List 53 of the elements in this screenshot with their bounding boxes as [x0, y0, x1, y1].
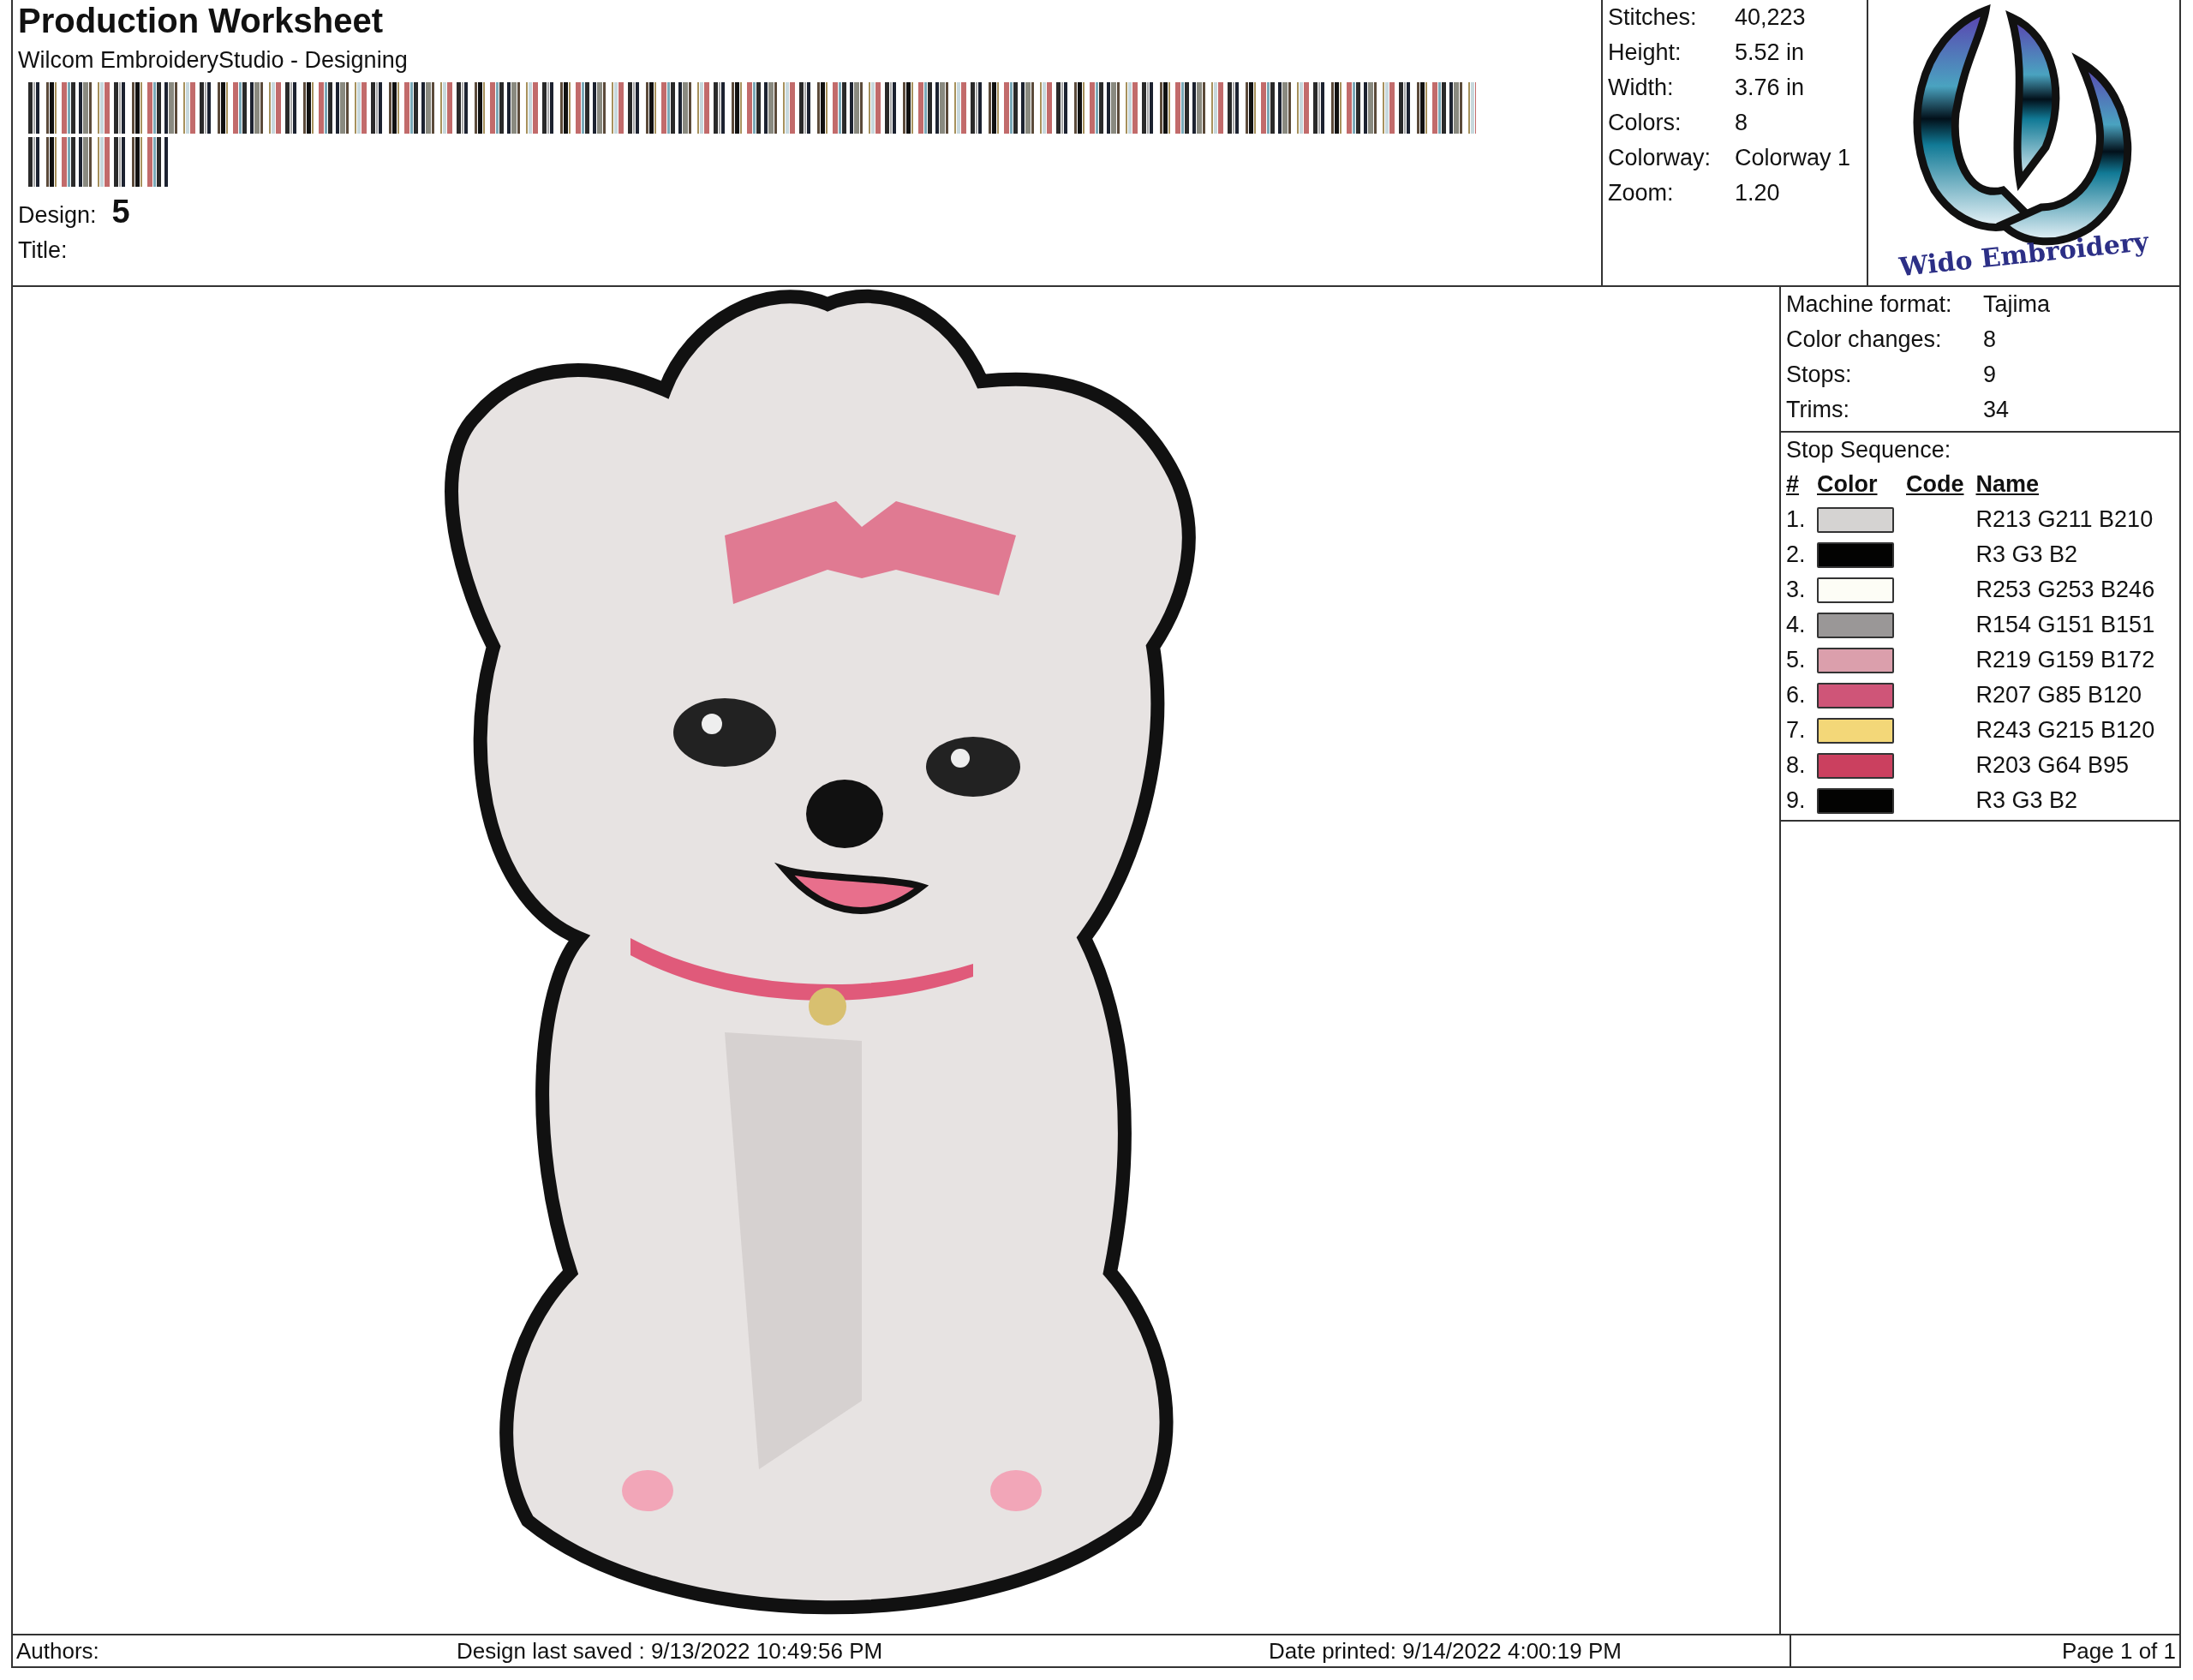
stop-number: 4.	[1786, 612, 1806, 637]
thread-color-name: R253 G253 B246	[1975, 577, 2155, 602]
field-label: Machine format:	[1786, 291, 1952, 317]
stop-number: 5.	[1786, 647, 1806, 673]
field-value: 34	[1983, 397, 2010, 423]
software-name: Wilcom EmbroideryStudio - Designing	[18, 47, 408, 74]
column-header: Code	[1906, 467, 1976, 502]
thread-color-name: R3 G3 B2	[1975, 541, 2078, 567]
date-printed-text: Date printed: 9/14/2022 4:00:19 PM	[1269, 1637, 1622, 1665]
thread-color-name: R207 G85 B120	[1975, 682, 2142, 708]
field-value: Tajima	[1983, 291, 2051, 318]
stop-number: 6.	[1786, 682, 1806, 708]
thread-color-name: R219 G159 B172	[1975, 647, 2155, 673]
field-value: 8	[1735, 110, 1748, 136]
field-label: Colors:	[1608, 110, 1682, 135]
field-label: Stops:	[1786, 362, 1852, 387]
stop-number: 8.	[1786, 752, 1806, 778]
design-label: Design:	[18, 202, 97, 229]
field-value: 40,223	[1735, 4, 1806, 31]
field-label: Zoom:	[1608, 180, 1674, 206]
section-title: Stop Sequence:	[1786, 436, 1951, 463]
thread-color-name: R154 G151 B151	[1975, 612, 2155, 637]
field-value: 5.52 in	[1735, 39, 1805, 66]
field-value: Colorway 1	[1735, 145, 1851, 171]
column-header: Name	[1975, 470, 2041, 499]
thread-color-name: R213 G211 B210	[1975, 506, 2154, 532]
stop-number: 2.	[1786, 541, 1806, 567]
thread-color-name: R243 G215 B120	[1975, 717, 2155, 743]
field-value: 8	[1983, 326, 1997, 353]
field-value: 1.20	[1735, 180, 1780, 206]
stop-number: 7.	[1786, 717, 1806, 743]
field-label: Color changes:	[1786, 326, 1942, 352]
field-label: Stitches:	[1608, 4, 1697, 30]
thread-color-name: R3 G3 B2	[1975, 787, 2078, 813]
stop-number: 1.	[1786, 506, 1806, 532]
last-saved-text: Design last saved : 9/13/2022 10:49:56 PM	[457, 1637, 884, 1665]
authors-label: Authors:	[15, 1637, 100, 1665]
worksheet-title: Production Worksheet	[18, 2, 383, 40]
design-number: 5	[111, 194, 130, 230]
title-label: Title:	[18, 237, 68, 264]
field-label: Colorway:	[1608, 145, 1712, 170]
field-label: Width:	[1608, 75, 1674, 100]
logo-text: Wido Embroidery	[1897, 225, 2149, 282]
field-value: 3.76 in	[1735, 75, 1805, 101]
field-value: 9	[1983, 362, 1997, 388]
page-number: Page 1 of 1	[2062, 1637, 2177, 1665]
stop-number: 9.	[1786, 787, 1806, 813]
field-label: Trims:	[1786, 397, 1849, 422]
stop-number: 3.	[1786, 577, 1806, 602]
column-header: Color	[1817, 467, 1906, 502]
thread-color-name: R203 G64 B95	[1975, 752, 2130, 778]
field-label: Height:	[1608, 39, 1682, 65]
column-header: #	[1786, 467, 1817, 502]
